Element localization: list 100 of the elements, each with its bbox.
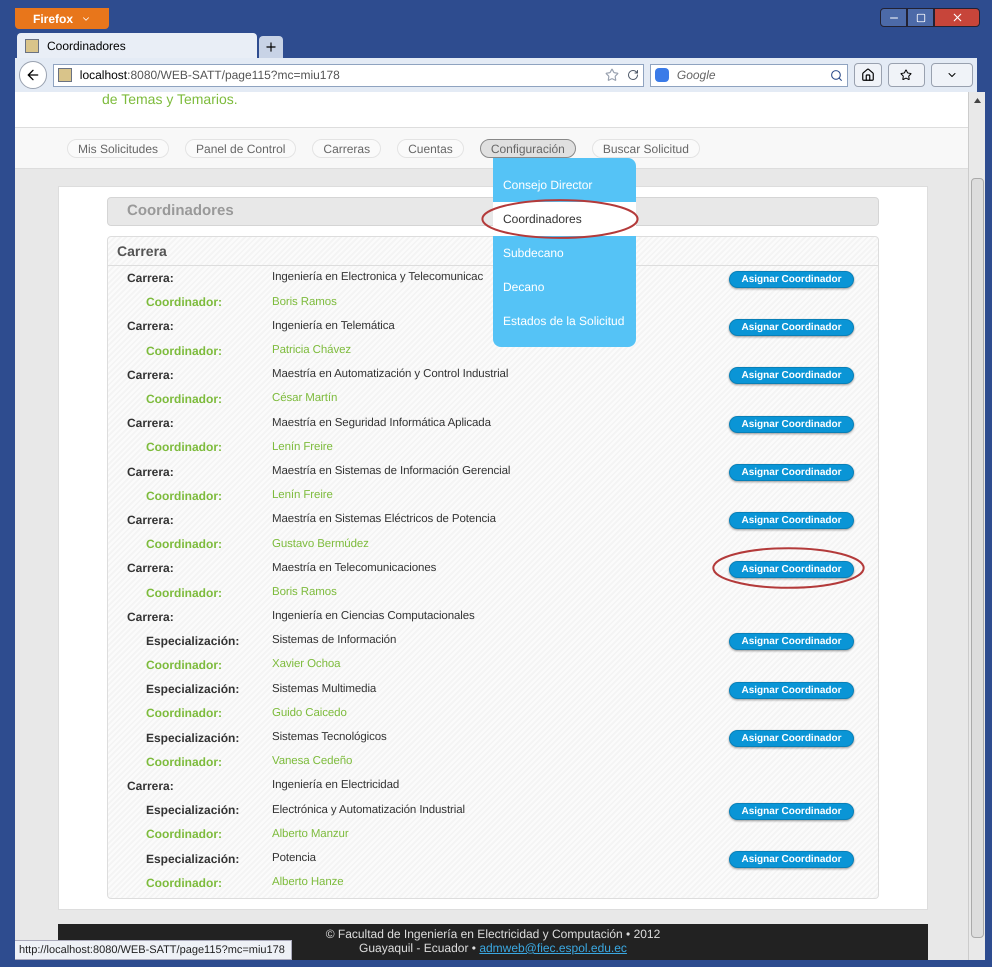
row-label: Especialización: bbox=[145, 632, 240, 650]
row-value: Alberto Hanze bbox=[272, 875, 344, 890]
assign-button[interactable]: Asignar Coordinador bbox=[729, 730, 854, 748]
home-button[interactable] bbox=[854, 63, 882, 87]
row-label: Carrera: bbox=[126, 512, 175, 529]
search-icon[interactable] bbox=[830, 68, 843, 82]
star-icon bbox=[900, 69, 912, 81]
browser-tab[interactable]: Coordinadores bbox=[17, 33, 257, 58]
row-label: Carrera: bbox=[126, 464, 175, 481]
row-value: Vanesa Cedeño bbox=[272, 754, 352, 770]
dropdown-item[interactable]: Decano bbox=[493, 270, 636, 304]
dropdown-item[interactable]: Consejo Director bbox=[493, 168, 636, 202]
row-value: Maestría en Telecomunicaciones bbox=[272, 560, 436, 576]
row-value: Maestría en Sistemas de Información Gerencial bbox=[272, 464, 510, 479]
plus-icon bbox=[264, 40, 278, 54]
nav-tab[interactable]: Mis Solicitudes bbox=[67, 138, 170, 158]
row-label: Especialización: bbox=[145, 730, 240, 747]
row-label: Coordinador: bbox=[145, 391, 223, 408]
row-value: Boris Ramos bbox=[272, 584, 337, 600]
nav-tab[interactable]: Configuración bbox=[480, 138, 576, 158]
row-value: Sistemas Tecnológicos bbox=[272, 730, 387, 746]
row-label: Coordinador: bbox=[145, 294, 223, 312]
row-label: Especialización: bbox=[145, 681, 240, 698]
row-label: Carrera: bbox=[126, 366, 175, 384]
row-value: Electrónica y Automatización Industrial bbox=[272, 802, 465, 818]
row-value: César Martín bbox=[272, 391, 338, 406]
address-field[interactable]: localhost:8080/WEB-SATT/page115?mc=miu178 bbox=[52, 64, 644, 86]
nav-tab[interactable]: Panel de Control bbox=[185, 138, 296, 158]
row-label: Coordinador: bbox=[145, 874, 223, 892]
assign-button[interactable]: Asignar Coordinador bbox=[729, 367, 854, 384]
back-button[interactable] bbox=[19, 61, 47, 89]
row-label: Carrera: bbox=[126, 560, 175, 578]
footer-email-link[interactable]: admweb@fiec.espol.edu.ec bbox=[479, 940, 627, 955]
row-label: Coordinador: bbox=[145, 754, 223, 771]
assign-button[interactable]: Asignar Coordinador bbox=[729, 851, 854, 868]
scrollbar[interactable] bbox=[968, 92, 985, 960]
row-label: Carrera: bbox=[126, 415, 175, 432]
firefox-menu-button[interactable]: Firefox bbox=[15, 8, 110, 29]
search-input[interactable]: Google bbox=[676, 66, 822, 84]
row-value: Maestría en Seguridad Informática Aplicada bbox=[272, 416, 491, 431]
favicon-icon bbox=[25, 38, 39, 52]
close-icon bbox=[950, 11, 964, 24]
footer-location: Guayaquil - Ecuador • bbox=[359, 940, 477, 955]
close-button[interactable] bbox=[934, 8, 980, 27]
scroll-up-arrow-icon[interactable] bbox=[974, 98, 980, 103]
footer-copyright: © Facultad de Ingeniería en Electricidad y Computación • 2012 bbox=[326, 926, 660, 941]
dropdown-item[interactable]: Subdecano bbox=[493, 236, 636, 270]
assign-button[interactable]: Asignar Coordinador bbox=[729, 682, 854, 699]
row-value: Ingeniería en Telemática bbox=[272, 318, 395, 334]
assign-button[interactable]: Asignar Coordinador bbox=[729, 512, 854, 530]
new-tab-button[interactable] bbox=[259, 36, 283, 58]
search-field[interactable]: Google bbox=[650, 64, 848, 86]
reload-icon[interactable] bbox=[626, 69, 639, 81]
row-value: Maestría en Sistemas Eléctricos de Potencia bbox=[272, 512, 496, 528]
row-value: Patricia Chávez bbox=[272, 343, 352, 358]
assign-button[interactable]: Asignar Coordinador bbox=[729, 633, 854, 650]
dropdown-item[interactable]: Estados de la Solicitud bbox=[493, 304, 636, 338]
search-engine-icon bbox=[654, 68, 669, 82]
row-value: Potencia bbox=[272, 850, 316, 866]
home-icon bbox=[860, 68, 875, 82]
status-url: http://localhost:8080/WEB-SATT/page115?mc=miu178 bbox=[19, 942, 285, 958]
panel-title: Carrera bbox=[117, 242, 167, 260]
row-value: Ingeniería en Electricidad bbox=[272, 778, 400, 794]
row-value: Gustavo Bermúdez bbox=[272, 536, 369, 552]
header-text: de Temas y Temarios. bbox=[102, 92, 238, 108]
dropdown-item[interactable]: Coordinadores bbox=[493, 202, 636, 236]
row-label: Especialización: bbox=[145, 802, 240, 820]
row-value: Lenín Freire bbox=[272, 440, 333, 455]
row-label: Coordinador: bbox=[145, 705, 223, 722]
row-label: Coordinador: bbox=[145, 584, 223, 602]
nav-tab[interactable]: Cuentas bbox=[397, 138, 464, 158]
favicon-icon bbox=[58, 68, 72, 82]
row-label: Coordinador: bbox=[145, 439, 223, 456]
row-label: Carrera: bbox=[126, 778, 175, 796]
bookmark-star-icon[interactable] bbox=[604, 68, 619, 82]
nav-tab[interactable]: Buscar Solicitud bbox=[592, 138, 700, 158]
row-value: Xavier Ochoa bbox=[272, 657, 340, 672]
row-value: Ingeniería en Electronica y Telecomunicac bbox=[272, 270, 484, 286]
tab-title: Coordinadores bbox=[47, 38, 126, 54]
row-label: Coordinador: bbox=[145, 657, 223, 674]
maximize-button[interactable] bbox=[907, 8, 934, 27]
row-label: Coordinador: bbox=[145, 826, 223, 844]
address-text: localhost:8080/WEB-SATT/page115?mc=miu178 bbox=[80, 67, 340, 84]
assign-button[interactable]: Asignar Coordinador bbox=[729, 464, 854, 482]
row-value: Ingeniería en Ciencias Computacionales bbox=[272, 609, 475, 624]
row-label: Carrera: bbox=[126, 608, 175, 626]
row-label: Carrera: bbox=[126, 270, 175, 288]
assign-button[interactable]: Asignar Coordinador bbox=[729, 560, 854, 578]
bookmarks-button[interactable] bbox=[888, 63, 926, 87]
assign-button[interactable]: Asignar Coordinador bbox=[729, 318, 854, 336]
row-value: Boris Ramos bbox=[272, 294, 337, 310]
row-value: Alberto Manzur bbox=[272, 826, 349, 842]
row-value: Sistemas de Información bbox=[272, 633, 396, 648]
scrollbar-thumb[interactable] bbox=[970, 178, 984, 938]
row-label: Coordinador: bbox=[145, 536, 223, 554]
assign-button[interactable]: Asignar Coordinador bbox=[729, 416, 854, 433]
assign-button[interactable]: Asignar Coordinador bbox=[729, 802, 854, 820]
nav-tab[interactable]: Carreras bbox=[312, 138, 382, 158]
assign-button[interactable]: Asignar Coordinador bbox=[729, 270, 854, 288]
row-value: Lenín Freire bbox=[272, 488, 333, 504]
